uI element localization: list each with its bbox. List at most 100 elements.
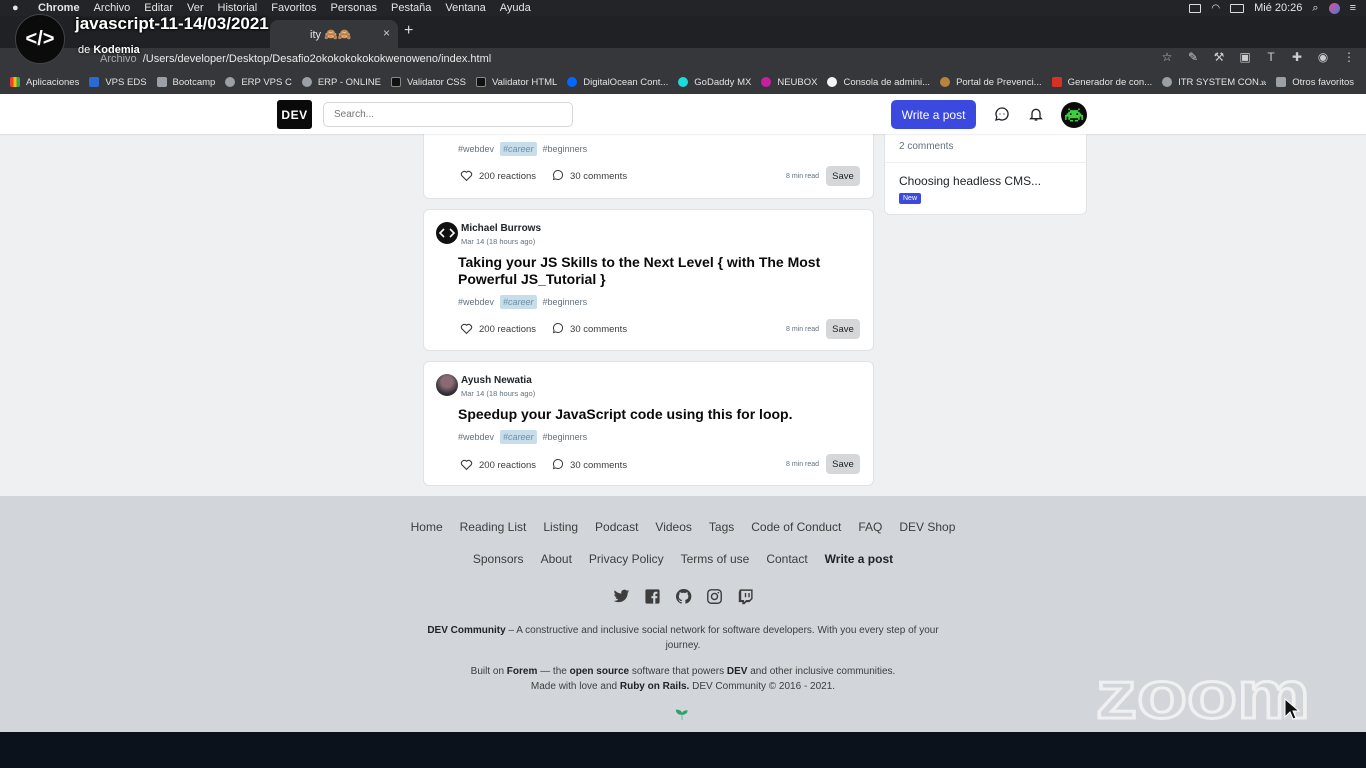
- menu-kebab-icon[interactable]: ⋮: [1342, 50, 1356, 64]
- footer-link-contact[interactable]: Contact: [766, 552, 807, 566]
- spotlight-icon[interactable]: ⌕: [1312, 2, 1318, 15]
- profile-icon[interactable]: ◉: [1316, 50, 1330, 64]
- chat-icon[interactable]: [994, 106, 1010, 122]
- bookmark-item[interactable]: DigitalOcean Cont...: [567, 77, 668, 88]
- comments-count[interactable]: 30 comments: [570, 460, 627, 471]
- search-input[interactable]: [323, 102, 573, 127]
- tag-webdev[interactable]: #webdev: [458, 144, 494, 154]
- notification-center-icon[interactable]: ≡: [1350, 2, 1356, 14]
- sidebar-comments[interactable]: 2 comments: [899, 141, 953, 152]
- footer-link-reading-list[interactable]: Reading List: [460, 520, 527, 534]
- comments-count[interactable]: 30 comments: [570, 171, 627, 182]
- extensions-puzzle-icon[interactable]: ✚: [1290, 50, 1304, 64]
- bell-icon[interactable]: [1028, 106, 1044, 122]
- author-name[interactable]: Michael Burrows: [461, 223, 541, 234]
- instagram-icon[interactable]: [706, 588, 723, 605]
- menu-ventana[interactable]: Ventana: [445, 2, 485, 14]
- reactions-count[interactable]: 200 reactions: [479, 324, 536, 335]
- footer-link-privacy[interactable]: Privacy Policy: [589, 552, 664, 566]
- footer-link-code-of-conduct[interactable]: Code of Conduct: [751, 520, 841, 534]
- footer-link-terms[interactable]: Terms of use: [681, 552, 750, 566]
- bookmark-item[interactable]: ITR SYSTEM CON...: [1162, 77, 1267, 88]
- author-avatar[interactable]: [436, 374, 458, 396]
- reactions-count[interactable]: 200 reactions: [479, 171, 536, 182]
- extension-text-icon[interactable]: T: [1264, 50, 1278, 64]
- open-source-link[interactable]: open source: [570, 666, 629, 677]
- menu-ayuda[interactable]: Ayuda: [500, 2, 531, 14]
- bookmark-item[interactable]: Validator CSS: [391, 77, 466, 88]
- tag-career[interactable]: #career: [500, 295, 537, 309]
- article-title[interactable]: Speedup your JavaScript code using this …: [458, 406, 858, 423]
- footer-link-tags[interactable]: Tags: [709, 520, 734, 534]
- bookmark-item[interactable]: ERP - ONLINE: [301, 77, 381, 88]
- apple-icon[interactable]: ●: [12, 2, 28, 14]
- save-button[interactable]: Save: [826, 454, 860, 474]
- footer-link-write-post[interactable]: Write a post: [825, 552, 893, 566]
- tab-active[interactable]: ity 🙈🙈 ×: [270, 20, 398, 48]
- footer-link-videos[interactable]: Videos: [655, 520, 691, 534]
- twitch-icon[interactable]: [737, 588, 754, 605]
- bookmark-item[interactable]: GoDaddy MX: [678, 77, 751, 88]
- footer-link-sponsors[interactable]: Sponsors: [473, 552, 524, 566]
- article-card[interactable]: Ayush Newatia Mar 14 (18 hours ago) Spee…: [424, 362, 873, 485]
- article-card[interactable]: Michael Burrows Mar 14 (18 hours ago) Ta…: [424, 210, 873, 350]
- display-icon[interactable]: [1189, 3, 1202, 13]
- tag-beginners[interactable]: #beginners: [543, 297, 588, 307]
- extension-box-icon[interactable]: ▣: [1238, 50, 1252, 64]
- footer-link-listing[interactable]: Listing: [543, 520, 578, 534]
- footer-brand[interactable]: DEV Community: [427, 625, 505, 636]
- extension-hammer-icon[interactable]: ⚒: [1212, 50, 1226, 64]
- author-name[interactable]: Ayush Newatia: [461, 375, 532, 386]
- twitter-icon[interactable]: [613, 588, 630, 605]
- new-tab-button[interactable]: +: [404, 22, 413, 40]
- sidebar-item-title[interactable]: Choosing headless CMS...: [899, 174, 1041, 188]
- menu-editar[interactable]: Editar: [144, 2, 173, 14]
- tab-close-icon[interactable]: ×: [383, 26, 390, 40]
- tag-webdev[interactable]: #webdev: [458, 297, 494, 307]
- address-url[interactable]: /Users/developer/Desktop/Desafio2okokoko…: [143, 53, 492, 65]
- menu-chrome[interactable]: Chrome: [38, 2, 80, 14]
- menu-archivo[interactable]: Archivo: [94, 2, 131, 14]
- menu-ver[interactable]: Ver: [187, 2, 204, 14]
- github-icon[interactable]: [675, 588, 692, 605]
- tag-webdev[interactable]: #webdev: [458, 432, 494, 442]
- menu-historial[interactable]: Historial: [218, 2, 258, 14]
- tag-career[interactable]: #career: [500, 430, 537, 444]
- menu-pestana[interactable]: Pestaña: [391, 2, 431, 14]
- forem-link[interactable]: Forem: [507, 666, 538, 677]
- dev-logo[interactable]: DEV: [277, 100, 312, 129]
- rails-link[interactable]: Ruby on Rails.: [620, 681, 689, 692]
- save-button[interactable]: Save: [826, 319, 860, 339]
- tag-career[interactable]: #career: [500, 142, 537, 156]
- bookmark-item[interactable]: Validator HTML: [475, 77, 557, 88]
- menu-favoritos[interactable]: Favoritos: [271, 2, 316, 14]
- reactions-count[interactable]: 200 reactions: [479, 460, 536, 471]
- footer-link-about[interactable]: About: [541, 552, 572, 566]
- menu-personas[interactable]: Personas: [331, 2, 377, 14]
- clock[interactable]: Mié 20:26: [1254, 2, 1302, 14]
- footer-link-dev-shop[interactable]: DEV Shop: [899, 520, 955, 534]
- bookmark-item[interactable]: NEUBOX: [761, 77, 817, 88]
- author-avatar[interactable]: [436, 222, 458, 244]
- article-title[interactable]: Taking your JS Skills to the Next Level …: [458, 254, 858, 288]
- write-post-button[interactable]: Write a post: [891, 100, 976, 129]
- bookmark-item[interactable]: Bootcamp: [156, 77, 215, 88]
- wifi-icon[interactable]: ◠: [1211, 3, 1220, 14]
- battery-icon[interactable]: [1230, 3, 1245, 13]
- footer-link-podcast[interactable]: Podcast: [595, 520, 638, 534]
- user-avatar[interactable]: [1061, 102, 1087, 128]
- star-icon[interactable]: ☆: [1160, 50, 1174, 64]
- facebook-icon[interactable]: [644, 588, 661, 605]
- address-bar[interactable]: Archivo /Users/developer/Desktop/Desafio…: [80, 49, 1180, 69]
- bookmark-item[interactable]: ERP VPS C: [225, 77, 292, 88]
- footer-link-faq[interactable]: FAQ: [858, 520, 882, 534]
- bookmarks-overflow-button[interactable]: »: [1261, 77, 1266, 88]
- bookmark-apps[interactable]: Aplicaciones: [10, 77, 79, 88]
- tag-beginners[interactable]: #beginners: [543, 144, 588, 154]
- dev-link[interactable]: DEV: [727, 666, 748, 677]
- bookmark-item[interactable]: Consola de admini...: [827, 77, 930, 88]
- comments-count[interactable]: 30 comments: [570, 324, 627, 335]
- tag-beginners[interactable]: #beginners: [543, 432, 588, 442]
- extension-pencil-icon[interactable]: ✎: [1186, 50, 1200, 64]
- bookmark-item[interactable]: Portal de Prevenci...: [940, 77, 1042, 88]
